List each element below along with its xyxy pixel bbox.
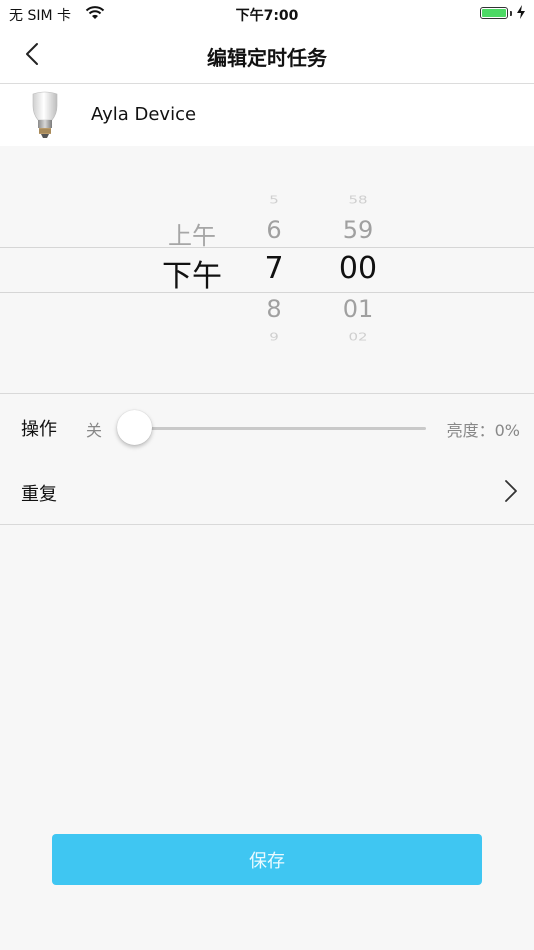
operation-row: 操作 关 亮度：0% [0,393,534,460]
off-label: 关 [86,421,103,440]
repeat-row[interactable]: 重复 [0,459,534,525]
brightness-value-label: 亮度：0% [446,421,520,440]
nav-bar: 编辑定时任务 [0,28,534,84]
status-bar: 无 SIM 卡 下午7:00 [0,0,534,28]
save-button[interactable]: 保存 [52,834,482,885]
picker-minute-option[interactable]: 59 [332,216,384,244]
picker-minute-option[interactable]: 02 [332,331,384,344]
brightness-slider-track[interactable] [134,427,426,430]
chevron-right-icon [505,480,517,502]
picker-hour-option[interactable]: 9 [254,331,294,344]
status-time: 下午7:00 [235,8,299,24]
picker-hour-selected[interactable]: 7 [250,251,298,286]
picker-ampm-selected[interactable]: 下午 [158,251,226,295]
operation-label: 操作 [21,419,57,440]
light-bulb-icon [28,90,62,142]
picker-ampm-option[interactable]: 上午 [160,216,224,251]
page-title: 编辑定时任务 [207,46,327,70]
device-name: Ayla Device [91,104,197,125]
picker-hour-option[interactable]: 6 [254,216,294,244]
charging-icon [516,5,526,23]
picker-minute-option[interactable]: 01 [332,295,384,323]
battery-tip [510,11,512,16]
repeat-label: 重复 [21,484,57,505]
time-picker[interactable]: 上午 下午 5 6 7 8 9 58 59 00 01 02 [0,146,534,392]
brightness-slider-thumb[interactable] [117,410,152,445]
picker-minute-selected[interactable]: 00 [326,251,390,286]
picker-selection-bottom-line [0,292,534,293]
picker-hour-option[interactable]: 5 [254,194,294,207]
picker-minute-option[interactable]: 58 [332,194,384,207]
picker-hour-option[interactable]: 8 [254,295,294,323]
picker-selection-top-line [0,247,534,248]
battery-icon [480,7,508,19]
device-row: Ayla Device [0,84,534,146]
